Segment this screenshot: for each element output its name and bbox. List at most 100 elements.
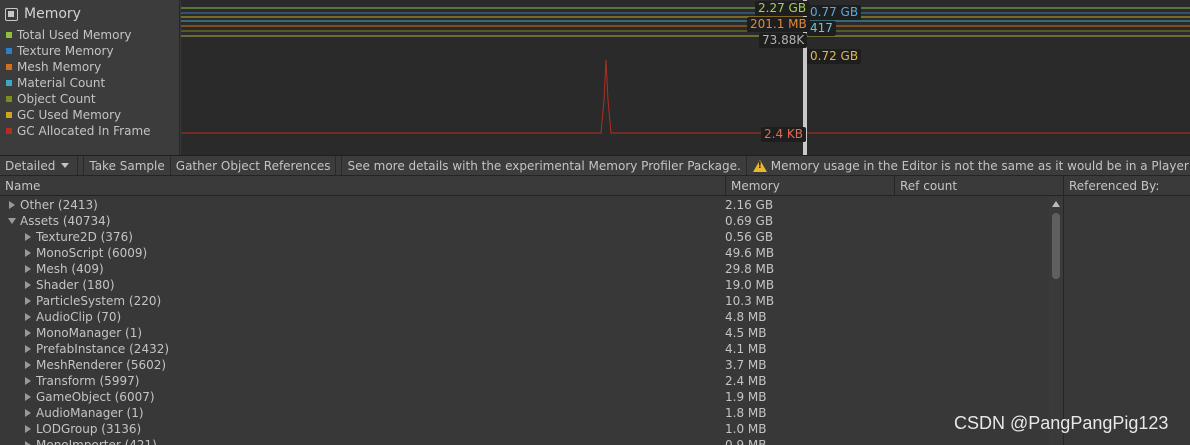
tree-row-memory: 0.69 GB: [725, 214, 774, 228]
legend-item[interactable]: Mesh Memory: [6, 59, 151, 75]
legend-item[interactable]: GC Used Memory: [6, 107, 151, 123]
tree-row-name: PrefabInstance (2432): [36, 342, 170, 356]
tree-row[interactable]: LODGroup (3136) 1.0 MB: [0, 421, 1049, 437]
collapsed-arrow-icon[interactable]: [25, 281, 31, 289]
legend-item-label: GC Allocated In Frame: [17, 124, 151, 138]
vertical-scrollbar[interactable]: [1049, 197, 1063, 445]
label-total-used: 2.27 GB: [755, 1, 810, 16]
legend-item[interactable]: Total Used Memory: [6, 27, 151, 43]
scrollbar-thumb[interactable]: [1052, 213, 1060, 279]
collapsed-arrow-icon[interactable]: [25, 441, 31, 445]
collapsed-arrow-icon[interactable]: [25, 393, 31, 401]
tree-row[interactable]: MonoScript (6009) 49.6 MB: [0, 245, 1049, 261]
tree-row[interactable]: AudioClip (70) 4.8 MB: [0, 309, 1049, 325]
tree-row[interactable]: Texture2D (376) 0.56 GB: [0, 229, 1049, 245]
tree-row-memory: 4.1 MB: [725, 342, 767, 356]
tree-row-memory: 2.16 GB: [725, 198, 774, 212]
profiler-toolbar: Detailed Take Sample Gather Object Refer…: [0, 155, 1190, 176]
collapsed-arrow-icon[interactable]: [9, 201, 15, 209]
view-mode-label: Detailed: [5, 158, 56, 173]
tree-row[interactable]: Assets (40734) 0.69 GB: [0, 213, 1049, 229]
tree-row-memory: 0.56 GB: [725, 230, 774, 244]
memory-profiler-chart: Memory Total Used Memory Texture Memory Me…: [0, 0, 1190, 155]
tree-row[interactable]: MeshRenderer (5602) 3.7 MB: [0, 357, 1049, 373]
legend-item-label: Mesh Memory: [17, 60, 102, 74]
legend-list: Total Used Memory Texture Memory Mesh Memo…: [6, 27, 151, 139]
legend-item-label: Total Used Memory: [17, 28, 132, 42]
tree-row-name: MonoScript (6009): [36, 246, 148, 260]
watermark: CSDN @PangPangPig123: [954, 413, 1169, 433]
collapsed-arrow-icon[interactable]: [25, 409, 31, 417]
expanded-arrow-icon[interactable]: [8, 218, 16, 224]
column-header-memory[interactable]: Memory: [726, 176, 895, 196]
series-line-gc-alloc: [181, 59, 1190, 134]
tree-row[interactable]: PrefabInstance (2432) 4.1 MB: [0, 341, 1049, 357]
tree-row[interactable]: ParticleSystem (220) 10.3 MB: [0, 293, 1049, 309]
legend-item-label: Material Count: [17, 76, 106, 90]
legend-item[interactable]: Texture Memory: [6, 43, 151, 59]
tree-row-memory: 10.3 MB: [725, 294, 775, 308]
legend-color-swatch: [6, 80, 12, 86]
memory-module-title[interactable]: Memory: [5, 5, 81, 23]
tree-row-name: MonoImporter (421): [36, 438, 157, 445]
tree-row[interactable]: GameObject (6007) 1.9 MB: [0, 389, 1049, 405]
legend-color-swatch: [6, 112, 12, 118]
tree-row-memory: 0.9 MB: [725, 438, 767, 445]
tree-row-memory: 29.8 MB: [725, 262, 775, 276]
tree-row-memory: 1.8 MB: [725, 406, 767, 420]
tree-row-name: MonoManager (1): [36, 326, 143, 340]
legend-color-swatch: [6, 96, 12, 102]
tree-row-memory: 19.0 MB: [725, 278, 775, 292]
tree-row-name: MeshRenderer (5602): [36, 358, 167, 372]
legend-item[interactable]: Object Count: [6, 91, 151, 107]
collapsed-arrow-icon[interactable]: [25, 249, 31, 257]
tree-row-memory: 49.6 MB: [725, 246, 775, 260]
tree-row[interactable]: MonoManager (1) 4.5 MB: [0, 325, 1049, 341]
editor-warning-text: Memory usage in the Editor is not the sa…: [770, 158, 1189, 173]
memory-graph[interactable]: 2.27 GB 201.1 MB 73.88K 2.4 KB 0.77 GB 4…: [181, 0, 1190, 155]
tree-row[interactable]: Mesh (409) 29.8 MB: [0, 261, 1049, 277]
collapsed-arrow-icon[interactable]: [25, 345, 31, 353]
editor-warning: Memory usage in the Editor is not the sa…: [747, 156, 1189, 175]
collapsed-arrow-icon[interactable]: [25, 265, 31, 273]
tree-row[interactable]: MonoImporter (421) 0.9 MB: [0, 437, 1049, 445]
memory-chip-icon: [5, 7, 18, 21]
chevron-down-icon: [61, 163, 70, 168]
label-texture: 0.77 GB: [807, 5, 862, 20]
collapsed-arrow-icon[interactable]: [25, 425, 31, 433]
tree-row-name: GameObject (6007): [36, 390, 155, 404]
label-object-count: 73.88K: [759, 33, 808, 48]
tree-row[interactable]: AudioManager (1) 1.8 MB: [0, 405, 1049, 421]
tree-row-memory: 4.5 MB: [725, 326, 767, 340]
tree-row[interactable]: Transform (5997) 2.4 MB: [0, 373, 1049, 389]
memory-tree: Other (2413) 2.16 GB Assets (40734) 0.69 GB…: [0, 197, 1049, 445]
tree-row-name: Other (2413): [20, 198, 98, 212]
label-mesh: 201.1 MB: [747, 17, 810, 32]
tree-row-memory: 3.7 MB: [725, 358, 767, 372]
take-sample-button[interactable]: Take Sample: [84, 156, 171, 175]
memory-profiler-package-link[interactable]: See more details with the experimental M…: [342, 156, 747, 175]
legend-item-label: Texture Memory: [17, 44, 114, 58]
tree-row[interactable]: Other (2413) 2.16 GB: [0, 197, 1049, 213]
collapsed-arrow-icon[interactable]: [25, 361, 31, 369]
collapsed-arrow-icon[interactable]: [25, 233, 31, 241]
column-header-name[interactable]: Name: [0, 176, 726, 196]
gather-object-references-toggle[interactable]: Gather Object References: [171, 156, 337, 175]
view-mode-dropdown[interactable]: Detailed: [0, 156, 79, 175]
legend-item[interactable]: GC Allocated In Frame: [6, 123, 151, 139]
legend-item[interactable]: Material Count: [6, 75, 151, 91]
collapsed-arrow-icon[interactable]: [25, 297, 31, 305]
legend-item-label: GC Used Memory: [17, 108, 122, 122]
collapsed-arrow-icon[interactable]: [25, 329, 31, 337]
scroll-up-arrow-icon[interactable]: [1052, 201, 1060, 207]
tree-row-memory: 2.4 MB: [725, 374, 767, 388]
tree-row[interactable]: Shader (180) 19.0 MB: [0, 277, 1049, 293]
tree-row-name: Mesh (409): [36, 262, 104, 276]
collapsed-arrow-icon[interactable]: [25, 377, 31, 385]
collapsed-arrow-icon[interactable]: [25, 313, 31, 321]
legend-color-swatch: [6, 48, 12, 54]
column-header-ref-count[interactable]: Ref count: [895, 176, 1063, 196]
tree-row-name: AudioClip (70): [36, 310, 122, 324]
legend-color-swatch: [6, 64, 12, 70]
memory-table-header: Name Memory Ref count: [0, 176, 1063, 196]
